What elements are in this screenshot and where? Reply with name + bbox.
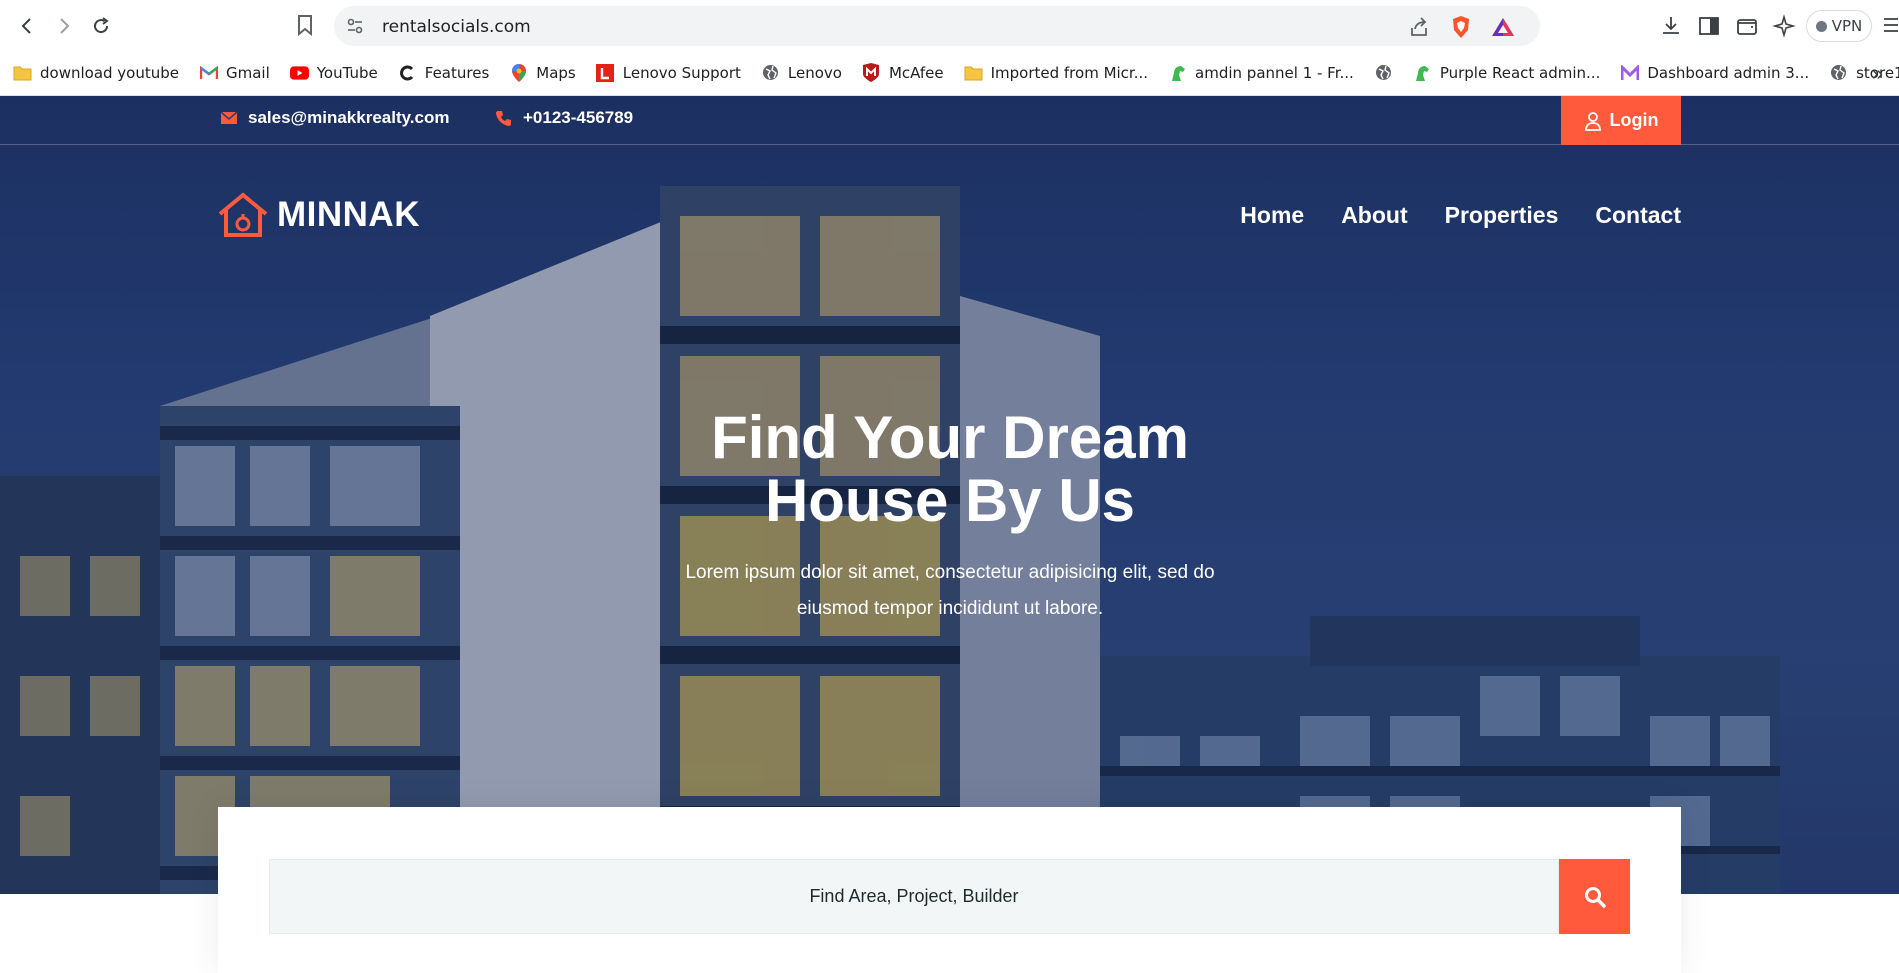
bookmark-item[interactable]: Imported from Micr... xyxy=(964,63,1148,82)
search-icon xyxy=(1584,886,1606,908)
downloads-icon[interactable] xyxy=(1659,14,1683,38)
bookmark-item[interactable]: Gmail xyxy=(199,63,270,82)
phone-text: +0123-456789 xyxy=(523,108,634,127)
mcafee-icon xyxy=(862,63,881,82)
search-button[interactable] xyxy=(1559,859,1630,934)
site-settings-icon[interactable] xyxy=(346,17,364,35)
hero-title-line1: Find Your Dream xyxy=(711,404,1189,471)
user-icon xyxy=(1584,111,1601,131)
address-bar[interactable]: rentalsocials.com xyxy=(334,6,1540,46)
search-card: Find Area, Project, Builder xyxy=(218,807,1681,973)
brand-logo[interactable]: MINNAK xyxy=(217,192,420,238)
browser-toolbar: rentalsocials.com VPN xyxy=(0,0,1899,50)
bookmarks-bar: download youtube Gmail YouTube Features … xyxy=(0,50,1899,96)
hero-title: Find Your Dream House By Us xyxy=(550,406,1350,532)
globe-icon xyxy=(1829,63,1848,82)
bookmark-item[interactable]: Lenovo xyxy=(761,63,842,82)
nav-properties[interactable]: Properties xyxy=(1445,202,1559,229)
hero-title-line2: House By Us xyxy=(764,467,1136,534)
bookmark-item[interactable]: Features xyxy=(398,63,489,82)
forward-button[interactable] xyxy=(49,11,79,41)
sidebar-icon[interactable] xyxy=(1697,14,1721,38)
bookmark-item[interactable]: Maps xyxy=(509,63,576,82)
search-input[interactable]: Find Area, Project, Builder xyxy=(269,859,1559,934)
horse-icon xyxy=(1168,63,1187,82)
brand-name: MINNAK xyxy=(277,195,420,234)
nav-contact[interactable]: Contact xyxy=(1595,202,1681,229)
phone-icon xyxy=(496,111,511,126)
bookmark-item[interactable]: YouTube xyxy=(289,63,378,82)
contact-topbar: sales@minakkrealty.com +0123-456789 Logi… xyxy=(0,96,1899,145)
phone-contact[interactable]: +0123-456789 xyxy=(495,108,633,128)
brave-shields-icon[interactable] xyxy=(1450,15,1472,39)
webpage: sales@minakkrealty.com +0123-456789 Logi… xyxy=(0,96,1899,973)
bookmark-item[interactable]: Lenovo Support xyxy=(596,63,741,82)
bookmark-item[interactable]: Dashboard admin 3... xyxy=(1620,63,1809,82)
vpn-status-icon xyxy=(1815,20,1827,32)
envelope-icon xyxy=(220,111,238,124)
reload-button[interactable] xyxy=(86,11,116,41)
nav-home[interactable]: Home xyxy=(1240,202,1304,229)
bookmark-page-icon[interactable] xyxy=(294,13,316,37)
bookmark-item[interactable]: store1 xyxy=(1829,63,1899,82)
login-label: Login xyxy=(1609,110,1659,130)
hero-subtitle: Lorem ipsum dolor sit amet, consectetur … xyxy=(640,555,1260,627)
brave-rewards-icon[interactable] xyxy=(1490,16,1516,38)
gmail-icon xyxy=(199,63,218,82)
bookmark-item[interactable]: Purple React admin... xyxy=(1413,63,1600,82)
folder-icon xyxy=(964,63,983,82)
bookmark-item[interactable]: McAfee xyxy=(862,63,944,82)
login-button[interactable]: Login xyxy=(1561,96,1681,145)
bookmark-item[interactable]: amdin pannel 1 - Fr... xyxy=(1168,63,1354,82)
email-text: sales@minakkrealty.com xyxy=(248,108,450,127)
url-text[interactable]: rentalsocials.com xyxy=(382,17,531,37)
leo-ai-icon[interactable] xyxy=(1772,14,1796,38)
nav-about[interactable]: About xyxy=(1341,202,1407,229)
youtube-icon xyxy=(289,63,309,82)
hero-subtitle-line1: Lorem ipsum dolor sit amet, consectetur … xyxy=(685,562,1215,583)
house-logo-icon xyxy=(218,192,268,237)
hero-subtitle-line2: eiusmod tempor incididunt ut labore. xyxy=(796,598,1104,619)
main-navigation: Home About Properties Contact xyxy=(1240,202,1681,229)
browser-menu-icon[interactable] xyxy=(1884,16,1898,34)
vpn-button[interactable]: VPN xyxy=(1806,10,1872,42)
lenovo-support-icon xyxy=(596,63,615,82)
globe-icon xyxy=(761,63,780,82)
vpn-label: VPN xyxy=(1831,17,1863,35)
back-button[interactable] xyxy=(12,11,42,41)
bookmark-item[interactable]: download youtube xyxy=(13,63,179,82)
features-icon xyxy=(398,63,417,82)
email-contact[interactable]: sales@minakkrealty.com xyxy=(220,108,450,128)
globe-icon xyxy=(1374,63,1393,82)
horse-icon xyxy=(1413,63,1432,82)
search-placeholder: Find Area, Project, Builder xyxy=(809,886,1019,906)
hero-section: sales@minakkrealty.com +0123-456789 Logi… xyxy=(0,96,1899,894)
maps-icon xyxy=(509,63,528,82)
more-bookmarks-icon[interactable]: » xyxy=(1872,63,1883,86)
bookmark-item[interactable] xyxy=(1374,63,1393,82)
back-arrow-icon xyxy=(21,18,31,34)
wallet-icon[interactable] xyxy=(1735,14,1759,38)
reload-icon xyxy=(94,17,109,34)
m-logo-icon xyxy=(1620,63,1639,82)
forward-arrow-icon xyxy=(60,18,70,34)
share-icon[interactable] xyxy=(1408,16,1430,38)
folder-icon xyxy=(13,63,32,82)
